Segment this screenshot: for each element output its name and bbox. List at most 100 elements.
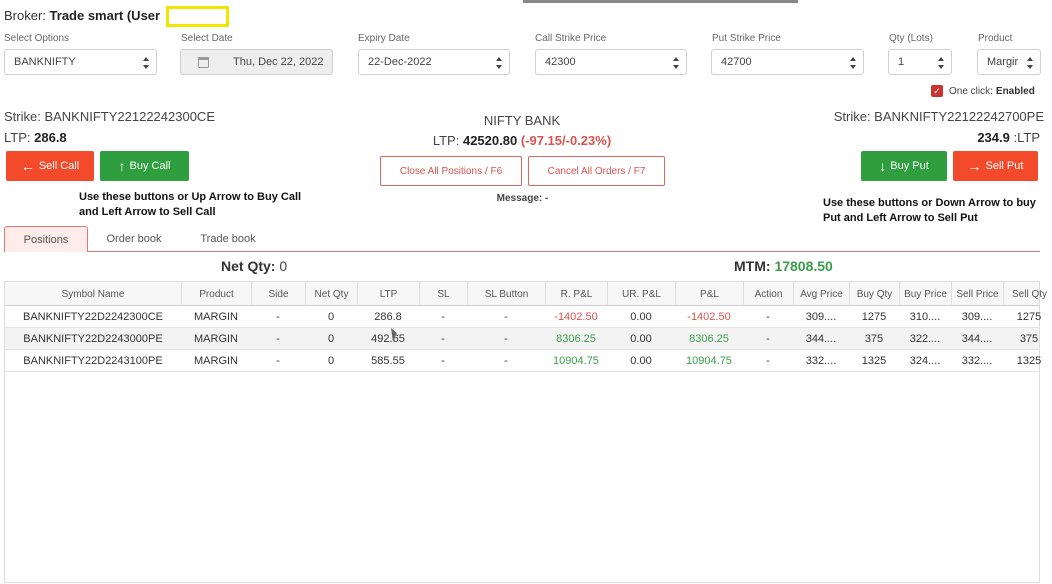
select-caret-icon xyxy=(938,57,944,69)
product-dropdown[interactable]: Margir xyxy=(977,49,1041,75)
put-strike-symbol: Strike: BANKNIFTY22122242700PE xyxy=(833,109,1044,124)
mtm-summary: MTM: 17808.50 xyxy=(734,258,833,274)
cell-sell-qty: 1275 xyxy=(1016,311,1042,323)
index-ltp-value: 42520.80 xyxy=(462,133,518,148)
index-ltp: LTP: 42520.80 (-97.15/-0.23%) xyxy=(392,133,652,148)
cell-symbol-name: BANKNIFTY22D2242300CE xyxy=(22,311,163,323)
tab-positions[interactable]: Positions xyxy=(4,226,88,252)
top-scroll-indicator xyxy=(523,0,798,3)
select-caret-icon xyxy=(850,57,856,69)
col-header-ltp[interactable]: LTP xyxy=(357,282,419,306)
index-ltp-label: LTP: xyxy=(432,133,460,148)
cell-pnl: 8306.25 xyxy=(689,333,729,345)
cell-side: - xyxy=(276,333,280,345)
col-header-sell-qty[interactable]: Sell Qty xyxy=(1003,282,1052,306)
select-caret-icon xyxy=(1027,57,1033,69)
col-header-buy-qty[interactable]: Buy Qty xyxy=(849,282,899,306)
col-header-pnl[interactable]: P&L xyxy=(675,282,743,306)
cell-ltp: 585.55 xyxy=(371,355,405,367)
arrow-right-icon: → xyxy=(967,158,982,174)
cell-buy-price: 310.... xyxy=(909,311,941,323)
col-header-buy-price[interactable]: Buy Price xyxy=(899,282,951,306)
tab-order-book[interactable]: Order book xyxy=(92,226,176,252)
one-click-toggle[interactable]: ✓ One click: Enabled xyxy=(931,85,1035,97)
table-row[interactable]: BANKNIFTY22D2242300CE MARGIN - 0 286.8 - - -140… xyxy=(5,306,1041,328)
checkbox-checked-icon[interactable]: ✓ xyxy=(931,85,943,97)
table-row[interactable]: BANKNIFTY22D2243000PE MARGIN - 0 492.65 - - 830… xyxy=(5,328,1039,350)
put-strike-label: Put Strike Price xyxy=(712,33,781,44)
close-all-positions-button[interactable]: Close All Positions / F6 xyxy=(380,156,522,186)
broker-name: Trade smart (User xyxy=(49,8,161,23)
call-ltp-label: LTP: xyxy=(4,130,31,145)
buy-put-label: Buy Put xyxy=(890,160,929,172)
cancel-all-orders-button[interactable]: Cancel All Orders / F7 xyxy=(528,156,665,186)
col-header-sl[interactable]: SL xyxy=(419,282,467,306)
cell-buy-price: 324.... xyxy=(909,355,941,367)
cell-buy-qty: 1325 xyxy=(861,355,887,367)
cell-action: - xyxy=(766,355,770,367)
put-strike-dropdown[interactable]: 42700 xyxy=(711,49,864,75)
col-header-r-pnl[interactable]: R. P&L xyxy=(545,282,607,306)
tab-bar: Positions Order book Trade book xyxy=(4,226,1040,252)
redaction-box xyxy=(166,6,229,27)
col-header-sl-button[interactable]: SL Button xyxy=(467,282,545,306)
select-date-label: Select Date xyxy=(181,33,233,44)
net-qty-label: Net Qty: xyxy=(221,258,276,274)
cell-product: MARGIN xyxy=(194,333,238,345)
one-click-status: Enabled xyxy=(995,85,1035,97)
tab-trade-book[interactable]: Trade book xyxy=(184,226,272,252)
sell-call-label: Sell Call xyxy=(38,160,80,172)
cell-buy-qty: 375 xyxy=(864,333,884,345)
cell-sl: - xyxy=(441,311,445,323)
call-strike-dropdown[interactable]: 42300 xyxy=(535,49,687,75)
table-row[interactable]: BANKNIFTY22D2243100PE MARGIN - 0 585.55 - - 109… xyxy=(5,350,1041,372)
expiry-date-dropdown[interactable]: 22-Dec-2022 xyxy=(358,49,510,75)
call-strike-value: 42300 xyxy=(545,56,576,68)
expiry-date-label: Expiry Date xyxy=(358,33,410,44)
cell-r-pnl: -1402.50 xyxy=(554,311,598,323)
col-header-avg-price[interactable]: Avg Price xyxy=(793,282,849,306)
col-header-net-qty[interactable]: Net Qty xyxy=(305,282,357,306)
col-header-ur-pnl[interactable]: UR. P&L xyxy=(607,282,675,306)
select-date-value: Thu, Dec 22, 2022 xyxy=(233,56,324,68)
buy-call-button[interactable]: ↑ Buy Call xyxy=(100,151,189,181)
cell-sl: - xyxy=(441,355,445,367)
cell-sl-button: - xyxy=(504,333,508,345)
qty-dropdown[interactable]: 1 xyxy=(888,49,952,75)
cell-sl-button: - xyxy=(504,355,508,367)
sell-call-button[interactable]: ← Sell Call xyxy=(6,151,94,181)
product-label: Product xyxy=(978,33,1013,44)
col-header-action[interactable]: Action xyxy=(743,282,793,306)
cell-avg-price: 344.... xyxy=(805,333,837,345)
put-strike-value: 42700 xyxy=(721,56,752,68)
cell-sell-price: 332.... xyxy=(961,355,993,367)
select-options-dropdown[interactable]: BANKNIFTY xyxy=(4,49,157,75)
cell-net-qty: 0 xyxy=(327,333,335,345)
col-header-symbol-name[interactable]: Symbol Name xyxy=(5,282,181,306)
select-caret-icon xyxy=(143,57,149,69)
col-header-side[interactable]: Side xyxy=(251,282,305,306)
cell-pnl: 10904.75 xyxy=(686,355,732,367)
sell-put-button[interactable]: → Sell Put xyxy=(953,151,1038,181)
broker-label: Broker: xyxy=(4,8,46,23)
cell-action: - xyxy=(766,311,770,323)
product-value: Margir xyxy=(987,56,1019,68)
select-date-input[interactable]: Thu, Dec 22, 2022 xyxy=(180,49,333,75)
cell-symbol-name: BANKNIFTY22D2243100PE xyxy=(23,355,163,367)
index-change: (-97.15/-0.23%) xyxy=(520,133,612,148)
buy-put-button[interactable]: ↓ Buy Put xyxy=(861,151,947,181)
cell-ltp: 286.8 xyxy=(374,311,402,323)
cell-ur-pnl: 0.00 xyxy=(630,333,652,345)
call-ltp: LTP: 286.8 xyxy=(4,130,67,145)
col-header-product[interactable]: Product xyxy=(181,282,251,306)
col-header-sell-price[interactable]: Sell Price xyxy=(951,282,1003,306)
put-ltp-label: :LTP xyxy=(1013,130,1041,145)
net-qty-summary: Net Qty: 0 xyxy=(221,258,287,274)
select-caret-icon xyxy=(496,57,502,69)
mtm-value: 17808.50 xyxy=(774,258,833,274)
mtm-label: MTM: xyxy=(734,258,771,274)
buy-call-label: Buy Call xyxy=(129,160,171,172)
put-buttons-note: Use these buttons or Down Arrow to buy P… xyxy=(823,197,1036,224)
cell-sl: - xyxy=(441,333,445,345)
cell-sell-qty: 1325 xyxy=(1016,355,1042,367)
